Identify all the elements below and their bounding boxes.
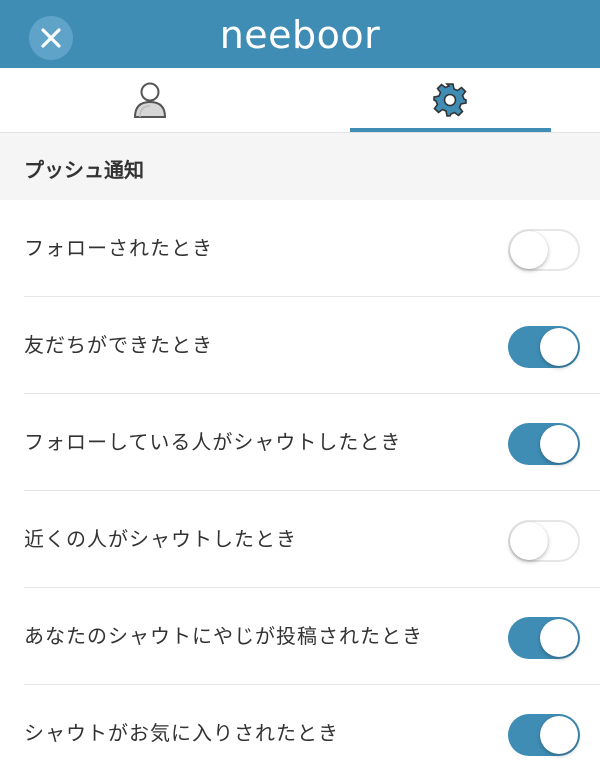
section-title: プッシュ通知 [24, 158, 144, 182]
toggle-knob [540, 716, 578, 754]
toggle-switch[interactable] [508, 423, 580, 465]
setting-row: 近くの人がシャウトしたとき [0, 491, 600, 588]
setting-label: シャウトがお気に入りされたとき [24, 721, 339, 745]
toggle-knob [540, 328, 578, 366]
toggle-knob [540, 619, 578, 657]
toggle-knob [540, 425, 578, 463]
toggle-switch[interactable] [508, 617, 580, 659]
gear-icon [433, 83, 467, 117]
setting-label: フォローされたとき [24, 236, 213, 260]
setting-label: 近くの人がシャウトしたとき [24, 527, 297, 551]
tab-profile[interactable] [0, 68, 300, 132]
toggle-knob [510, 522, 548, 560]
tab-settings[interactable] [300, 68, 600, 132]
toggle-switch[interactable] [508, 229, 580, 271]
toggle-switch[interactable] [508, 326, 580, 368]
section-header: プッシュ通知 [0, 133, 600, 200]
setting-row: フォローされたとき [0, 200, 600, 297]
app-header: neeboor [0, 0, 600, 68]
app-logo: neeboor [219, 13, 381, 57]
setting-label: あなたのシャウトにやじが投稿されたとき [24, 624, 423, 648]
user-profile-icon [133, 82, 167, 118]
setting-row: 友だちができたとき [0, 297, 600, 394]
setting-row: シャウトがお気に入りされたとき [0, 685, 600, 782]
tab-bar [0, 68, 600, 133]
setting-label: 友だちができたとき [24, 333, 213, 357]
setting-label: フォローしている人がシャウトしたとき [24, 430, 402, 454]
setting-row: あなたのシャウトにやじが投稿されたとき [0, 588, 600, 685]
toggle-knob [510, 231, 548, 269]
active-tab-indicator [350, 128, 551, 132]
setting-row: フォローしている人がシャウトしたとき [0, 394, 600, 491]
toggle-switch[interactable] [508, 520, 580, 562]
toggle-switch[interactable] [508, 714, 580, 756]
